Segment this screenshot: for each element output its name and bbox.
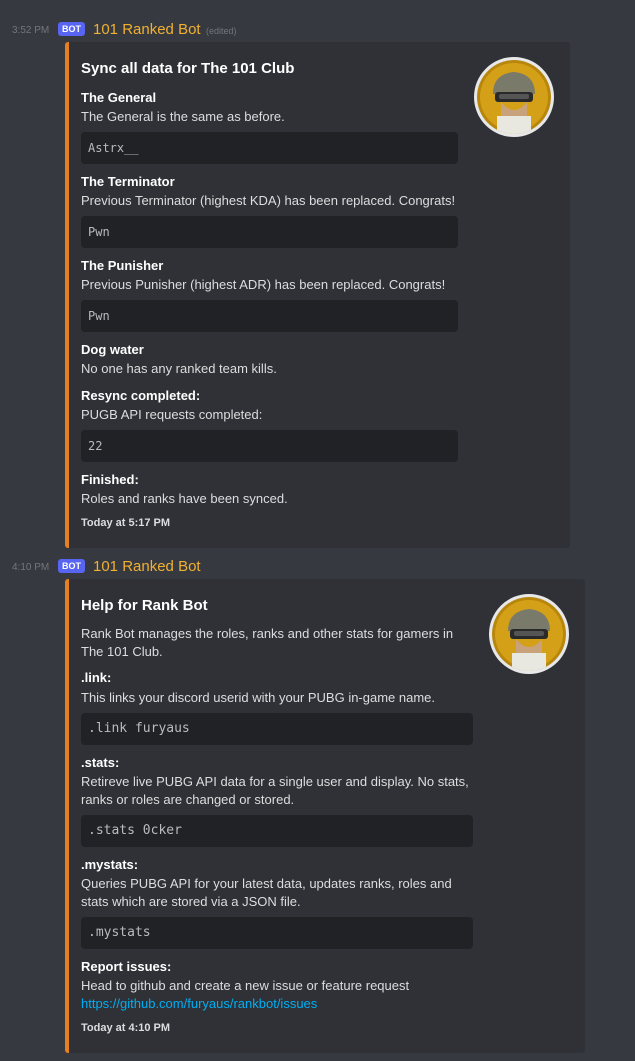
field-value: This links your discord userid with your… — [81, 690, 436, 705]
code-block: Pwn — [81, 300, 458, 332]
field-name: .mystats: — [81, 857, 139, 872]
embed-footer-timestamp: Today at 5:17 PM — [81, 517, 171, 529]
message-header-1: 3:52 PM BOT 101 Ranked Bot (edited) — [0, 21, 635, 41]
field-name: Dog water — [81, 342, 144, 357]
code-block: 22 — [81, 430, 458, 462]
bot-tag: BOT — [58, 559, 85, 573]
help-embed: Help for Rank Bot Rank Bot manages the r… — [65, 579, 585, 1053]
embed-description: The 101 Club. — [81, 644, 163, 659]
bot-tag: BOT — [58, 22, 85, 36]
bot-username[interactable]: 101 Ranked Bot — [93, 558, 201, 575]
pubg-helmet-avatar-icon[interactable] — [474, 57, 554, 137]
field-value: The General is the same as before. — [81, 109, 285, 124]
field-name: The General — [81, 90, 157, 105]
message-timestamp: 4:10 PM — [12, 562, 50, 573]
github-issues-link[interactable]: https://github.com/furyaus/rankbot/issue… — [81, 995, 317, 1013]
field-name: The Punisher — [81, 258, 164, 273]
code-block: .link furyaus — [81, 713, 473, 745]
message-timestamp: 3:52 PM — [12, 25, 50, 36]
embed-footer-timestamp: Today at 4:10 PM — [81, 1022, 171, 1034]
field-value: stats which are stored via a JSON file. — [81, 894, 301, 909]
field-value: No one has any ranked team kills. — [81, 361, 277, 376]
field-name: Report issues: — [81, 959, 172, 974]
field-name: .stats: — [81, 755, 120, 770]
embed-title: Sync all data for The 101 Club — [81, 60, 295, 77]
field-value: Previous Punisher (highest ADR) has been… — [81, 277, 446, 292]
code-block: .mystats — [81, 917, 473, 949]
message-header-2: 4:10 PM BOT 101 Ranked Bot — [0, 558, 635, 578]
sync-embed: Sync all data for The 101 Club The Gener… — [65, 42, 570, 548]
bot-username[interactable]: 101 Ranked Bot — [93, 21, 201, 38]
embed-description: Rank Bot manages the roles, ranks and ot… — [81, 626, 454, 641]
field-name: Finished: — [81, 472, 139, 487]
embed-title: Help for Rank Bot — [81, 597, 208, 614]
field-name: .link: — [81, 670, 112, 685]
code-block: .stats 0cker — [81, 815, 473, 847]
field-name: Resync completed: — [81, 388, 201, 403]
field-value: PUGB API requests completed: — [81, 407, 263, 422]
field-name: The Terminator — [81, 174, 175, 189]
field-value: Retireve live PUBG API data for a single… — [81, 774, 469, 789]
field-value: Queries PUBG API for your latest data, u… — [81, 876, 452, 891]
field-value: Previous Terminator (highest KDA) has be… — [81, 193, 456, 208]
field-value: ranks or roles are changed or stored. — [81, 792, 295, 807]
code-block: Pwn — [81, 216, 458, 248]
field-value: Roles and ranks have been synced. — [81, 491, 288, 506]
edited-label: (edited) — [206, 26, 237, 36]
pubg-helmet-avatar-icon[interactable] — [489, 594, 569, 674]
code-block: Astrx__ — [81, 132, 458, 164]
field-value: Head to github and create a new issue or… — [81, 978, 410, 993]
